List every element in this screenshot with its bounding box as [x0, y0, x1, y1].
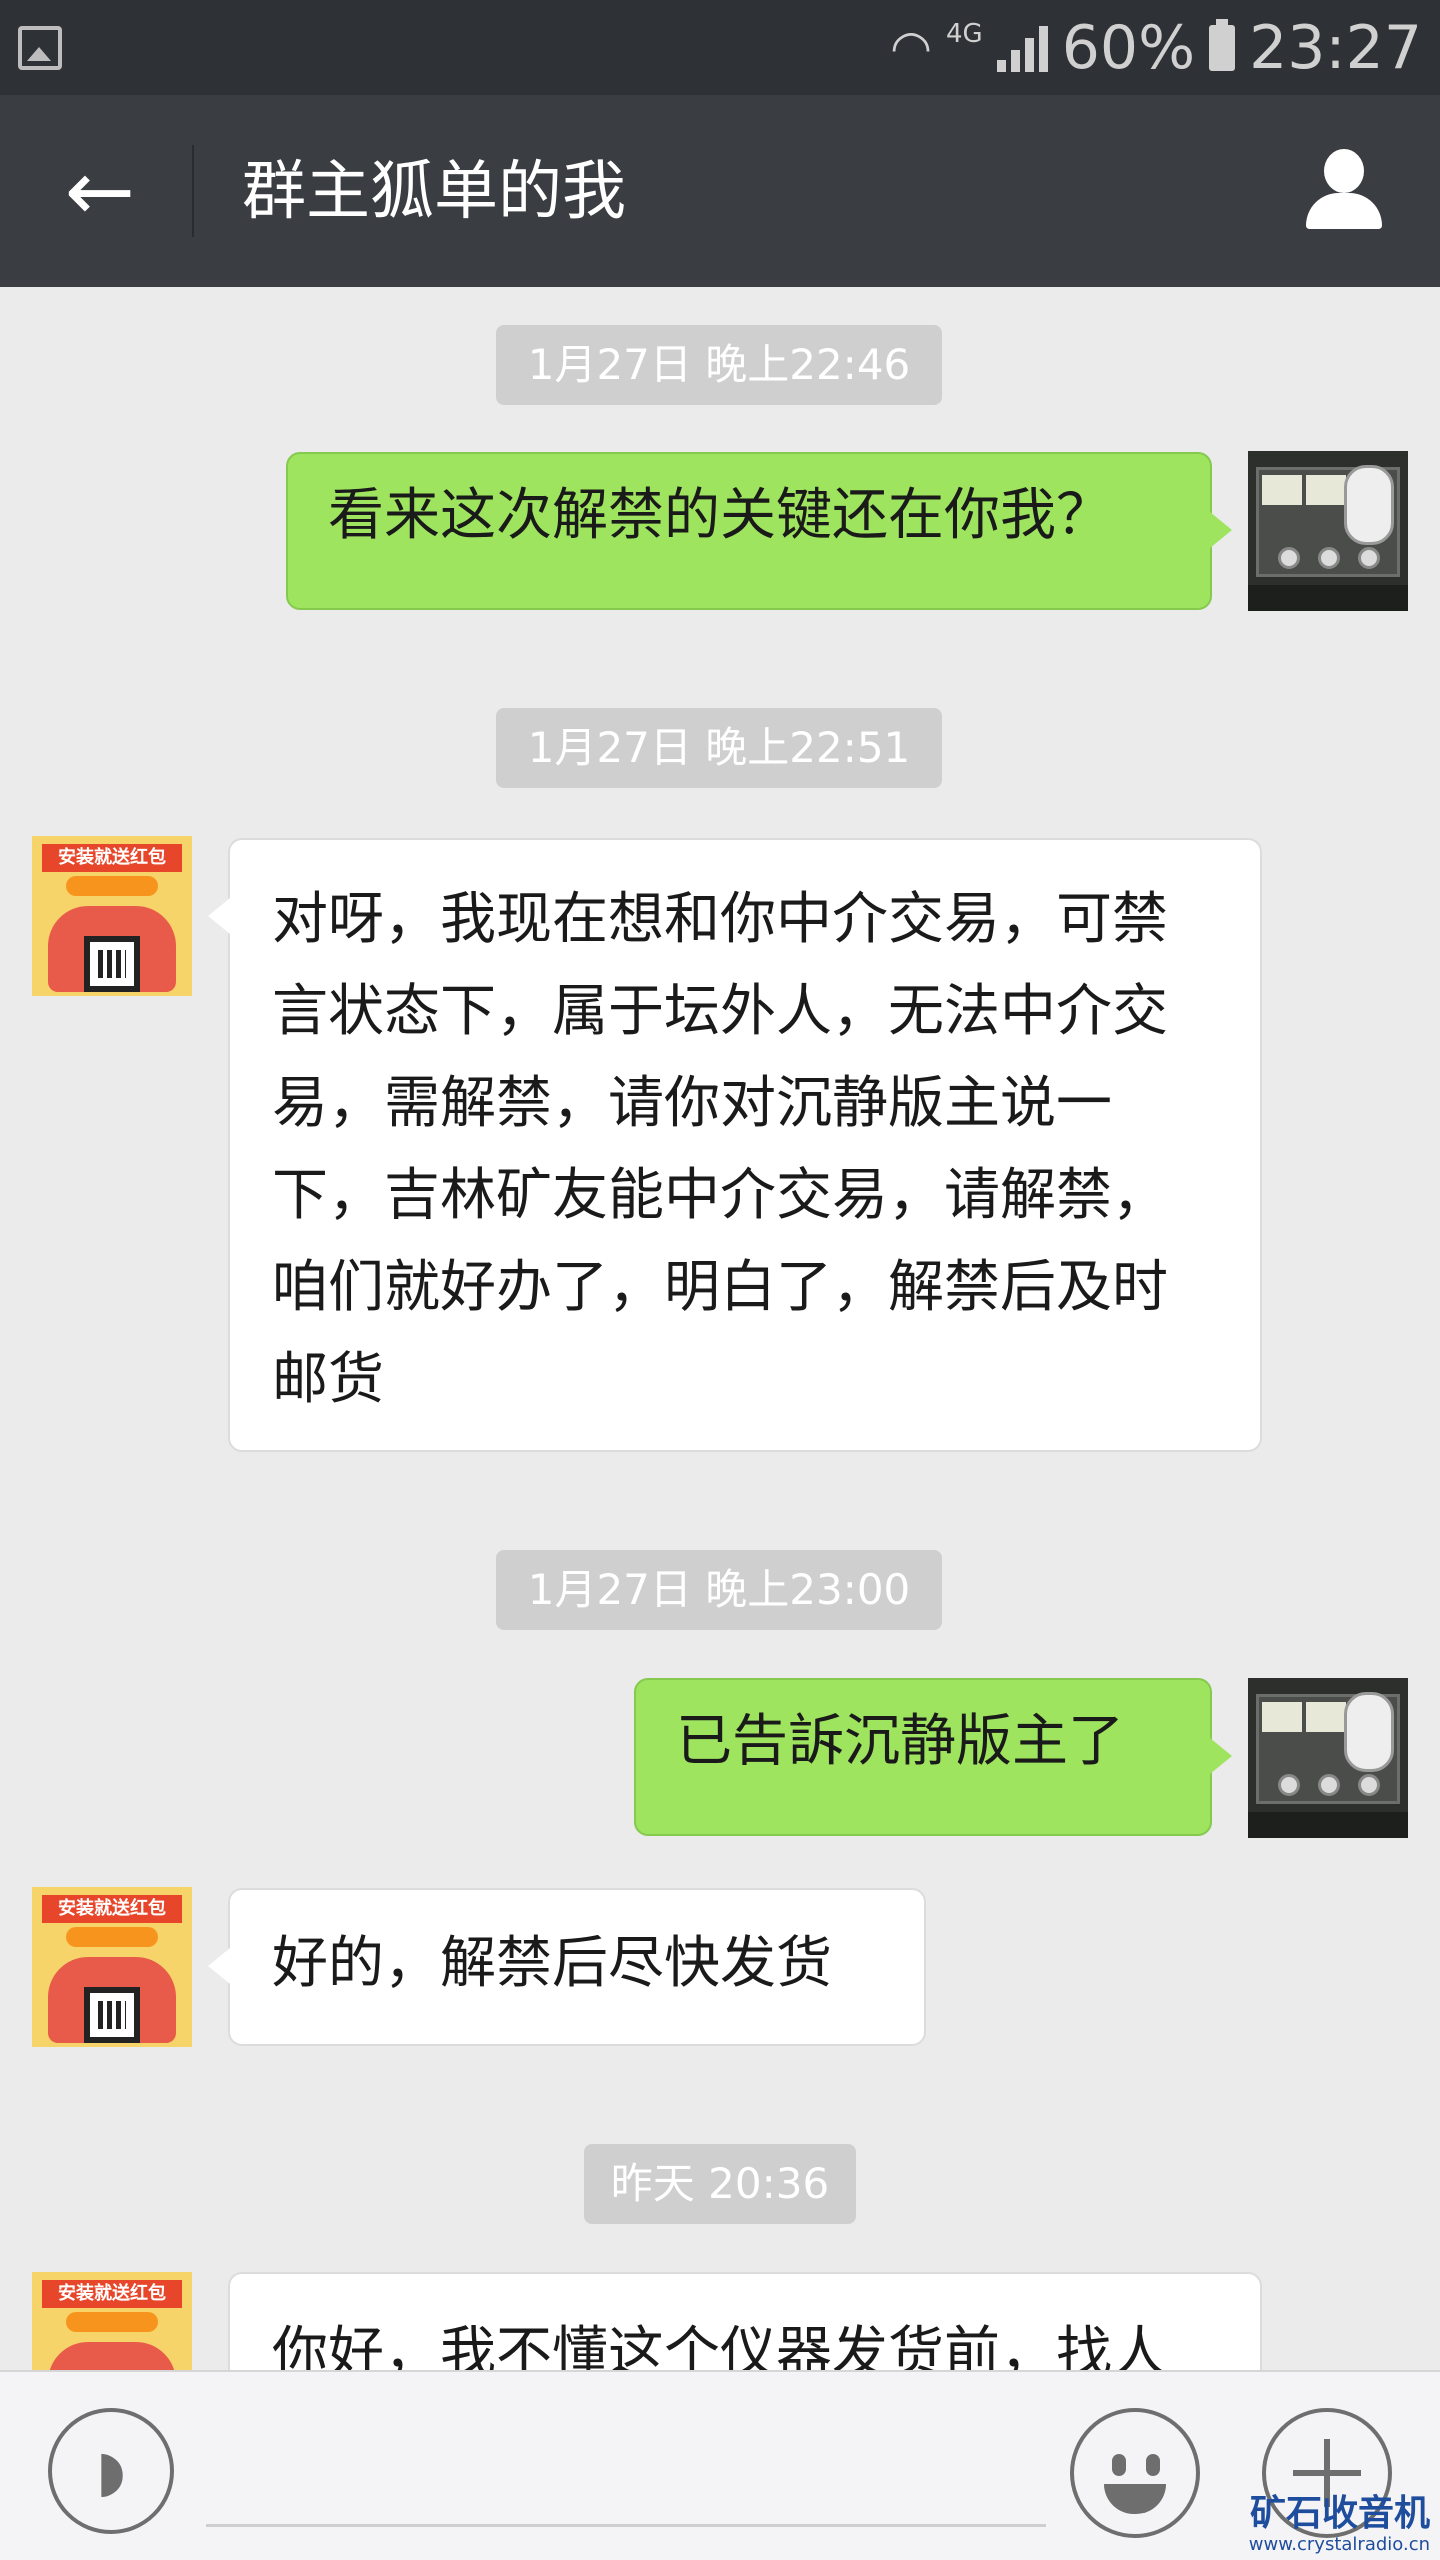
chat-header: ← 群主狐单的我: [0, 95, 1440, 287]
outgoing-message-bubble[interactable]: 看来这次解禁的关键还在你我？: [286, 452, 1232, 610]
watermark-title: 矿石收音机: [1249, 2493, 1430, 2534]
message-timestamp: 1月27日 晚上22:46: [496, 325, 942, 405]
emoji-button[interactable]: [1070, 2408, 1200, 2538]
voice-input-button[interactable]: ◗: [48, 2408, 174, 2534]
contact-avatar[interactable]: 安装就送红包: [32, 836, 192, 996]
chat-info-button[interactable]: [1298, 145, 1390, 237]
person-icon: [1324, 149, 1364, 193]
message-line: 咱们就好办了，明白了，解禁后及时: [272, 1255, 1168, 1320]
back-arrow-icon: ←: [64, 142, 136, 240]
wifi-icon: ◠: [890, 19, 933, 76]
watermark-url: www.crystalradio.cn: [1248, 2534, 1430, 2555]
header-divider: [192, 145, 194, 237]
site-watermark: 矿石收音机 www.crystalradio.cn: [1249, 2494, 1430, 2556]
message-line: 邮货: [272, 1347, 384, 1412]
message-timestamp: 昨天 20:36: [584, 2144, 856, 2224]
incoming-message-bubble[interactable]: 对呀，我现在想和你中介交易，可禁 言状态下，属于坛外人，无法中介交 易，需解禁，…: [208, 838, 1262, 1452]
message-line: 下，吉林矿友能中介交易，请解禁，: [272, 1163, 1168, 1228]
message-text: 已告訴沉静版主了: [676, 1709, 1124, 1774]
battery-icon: [1209, 18, 1236, 71]
contact-avatar[interactable]: 安装就送红包: [32, 2272, 192, 2370]
message-input-bar: ◗: [0, 2370, 1440, 2560]
gallery-notification-icon: [18, 26, 62, 70]
my-avatar[interactable]: [1248, 451, 1408, 611]
status-bar: ◠ 4G 60% 23:27: [0, 0, 1440, 95]
chat-title: 群主狐单的我: [242, 155, 626, 229]
message-line: 易，需解禁，请你对沉静版主说一: [272, 1071, 1112, 1136]
incoming-message-bubble[interactable]: 你好，我不懂这个仪器发货前，找人: [228, 2272, 1262, 2370]
message-timestamp: 1月27日 晚上23:00: [496, 1550, 942, 1630]
message-input[interactable]: [206, 2524, 1046, 2527]
emoji-icon: [1112, 2454, 1126, 2476]
back-button[interactable]: ←: [40, 142, 160, 240]
message-line: 对呀，我现在想和你中介交易，可禁: [272, 887, 1168, 952]
battery-percent: 60%: [1061, 12, 1196, 83]
contact-avatar[interactable]: 安装就送红包: [32, 1887, 192, 2047]
incoming-message-bubble[interactable]: 好的，解禁后尽快发货: [208, 1888, 926, 2046]
my-avatar[interactable]: [1248, 1678, 1408, 1838]
outgoing-message-bubble[interactable]: 已告訴沉静版主了: [634, 1678, 1232, 1836]
voice-icon: ◗: [96, 2438, 126, 2504]
message-timestamp: 1月27日 晚上22:51: [496, 708, 942, 788]
message-text: 看来这次解禁的关键还在你我？: [328, 483, 1112, 548]
clock: 23:27: [1249, 12, 1422, 83]
status-indicators: ◠ 4G 60% 23:27: [890, 10, 1422, 85]
message-line: 言状态下，属于坛外人，无法中介交: [272, 979, 1168, 1044]
message-text: 好的，解禁后尽快发货: [272, 1931, 832, 1996]
network-type: 4G: [946, 18, 983, 49]
signal-icon: [996, 24, 1048, 72]
message-text: 你好，我不懂这个仪器发货前，找人: [272, 2321, 1168, 2370]
